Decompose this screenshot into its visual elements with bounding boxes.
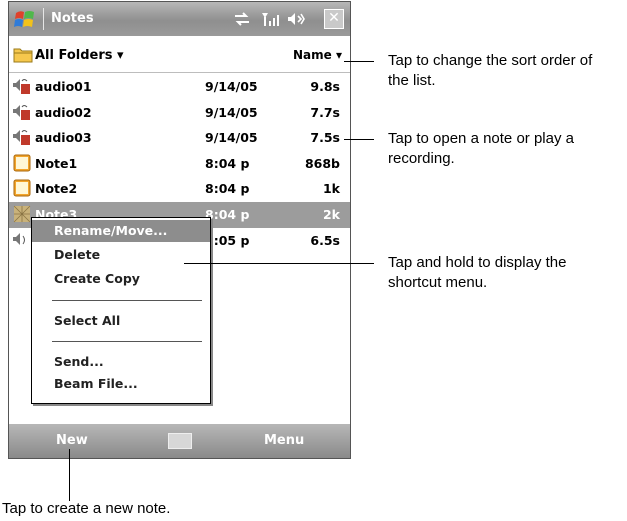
note-date: 8:04 p [205, 206, 250, 222]
note-date: 8:04 p [205, 181, 250, 197]
signal-strength-icon[interactable] [261, 10, 279, 28]
note-name: Note1 [35, 155, 78, 171]
callout-line-hold [184, 263, 374, 264]
callout-line-sort [344, 61, 374, 62]
callout-open: Tap to open a note or play a recording. [388, 130, 574, 167]
note-name: audio01 [35, 79, 92, 94]
note-name: Note2 [35, 181, 78, 197]
callout-line-open [344, 139, 374, 140]
menu-divider [52, 300, 202, 301]
windows-start-icon[interactable] [13, 7, 39, 31]
note-file-icon [13, 205, 31, 223]
audio-file-icon [13, 130, 30, 146]
note-size: 1k [322, 181, 340, 197]
note-size: 6.5s [310, 232, 340, 248]
keyboard-icon[interactable] [168, 433, 192, 449]
menu-item-select-all[interactable]: Select All [32, 310, 210, 332]
list-item[interactable]: audio02 9/14/05 7.7s [9, 100, 350, 126]
audio-file-icon [13, 104, 30, 120]
note-size: 868b [304, 155, 340, 171]
note-date: 8:04 p [205, 155, 250, 171]
note-name: audio03 [35, 130, 92, 146]
folder-toolbar: All Folders ▾ Name ▾ [9, 38, 350, 73]
sort-dropdown[interactable]: Name ▾ [293, 48, 342, 62]
command-bar: New Menu [9, 424, 350, 458]
shortcut-menu: Rename/Move... Delete Create Copy Select… [31, 217, 211, 404]
menu-divider [52, 341, 202, 342]
menu-button[interactable]: Menu [264, 433, 304, 448]
callout-new: Tap to create a new note. [2, 500, 171, 517]
note-date: 9/14/05 [205, 130, 258, 146]
note-file-icon [13, 154, 31, 172]
sync-arrows-icon[interactable] [233, 10, 251, 28]
menu-item-create-copy[interactable]: Create Copy [32, 268, 210, 290]
note-file-icon [13, 179, 31, 197]
note-size: 7.5s [310, 130, 340, 146]
new-button[interactable]: New [56, 433, 88, 448]
note-date: 9/14/05 [205, 79, 258, 94]
menu-item-beam-file[interactable]: Beam File... [32, 373, 210, 395]
list-item[interactable]: audio01 9/14/05 9.8s [9, 74, 350, 100]
title-bar: Notes ✕ [9, 2, 350, 36]
volume-icon[interactable] [287, 10, 305, 28]
menu-item-rename-move[interactable]: Rename/Move... [32, 220, 210, 242]
list-item[interactable]: audio03 9/14/05 7.5s [9, 125, 350, 151]
note-date: 8:05 p [205, 232, 250, 248]
note-name: audio02 [35, 104, 92, 120]
callout-sort: Tap to change the sort order of the list… [388, 52, 593, 89]
note-size: 7.7s [310, 104, 340, 120]
folder-dropdown[interactable]: All Folders ▾ [35, 48, 124, 63]
folder-icon [13, 48, 33, 63]
menu-item-send[interactable]: Send... [32, 351, 210, 373]
audio-file-icon [13, 79, 30, 94]
callout-hold: Tap and hold to display the shortcut men… [388, 254, 567, 291]
note-date: 9/14/05 [205, 104, 258, 120]
callout-line-new [69, 449, 70, 501]
note-size: 9.8s [310, 79, 340, 94]
device-screen: Notes ✕ All Folders ▾ Name ▾ audio01 9/1… [8, 1, 351, 459]
close-button[interactable]: ✕ [324, 9, 344, 29]
note-size: 2k [322, 206, 340, 222]
title-separator [43, 8, 44, 30]
app-title: Notes [51, 11, 94, 26]
list-item[interactable]: Note2 8:04 p 1k [9, 176, 350, 202]
audio-file-icon [13, 232, 25, 245]
list-item[interactable]: Note1 8:04 p 868b [9, 151, 350, 177]
